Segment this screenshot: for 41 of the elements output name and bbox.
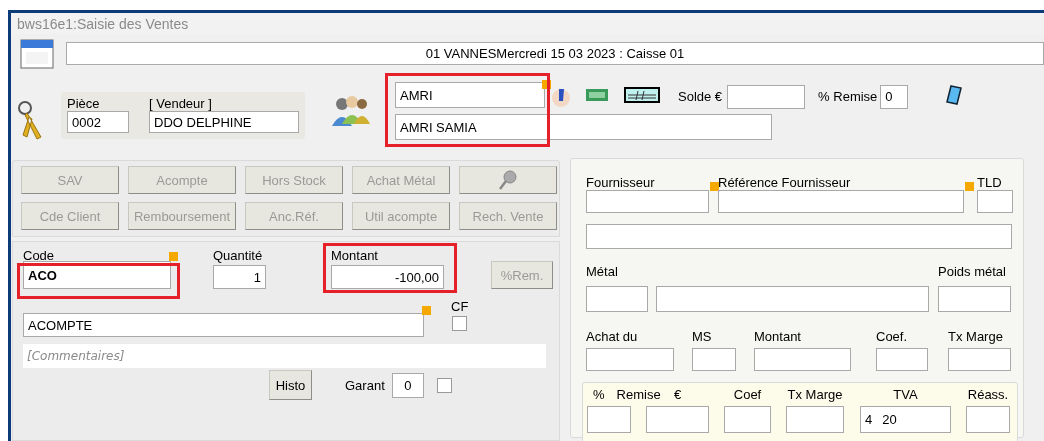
field-label: Coef	[733, 387, 762, 402]
field-label: TVA	[893, 387, 918, 402]
field-label: %	[593, 387, 605, 402]
field-label: Achat du	[586, 329, 638, 344]
quantite-field[interactable]: 1	[213, 265, 266, 289]
garant-field[interactable]: 0	[391, 372, 424, 398]
field-label: TLD	[977, 175, 1002, 190]
field-label: €	[673, 387, 682, 402]
field-label: Poids métal	[938, 264, 1006, 279]
montant-field[interactable]: -100,00	[331, 265, 444, 289]
garant-label: Garant	[345, 377, 385, 393]
remise-field[interactable]: 0	[880, 84, 909, 109]
field-label: Remise	[616, 387, 661, 402]
field-label: [ Vendeur ]	[149, 96, 213, 111]
field-label: Code	[23, 248, 56, 263]
histo-button[interactable]: Histo	[269, 370, 312, 400]
tva-rate: 20	[882, 412, 897, 427]
field-label: Tx Marge	[948, 329, 1003, 344]
remise-label: % Remise	[818, 89, 878, 104]
field-label: Métal	[586, 264, 618, 279]
header-field: 01 VANNESMercredi 15 03 2023 : Caisse 01	[66, 41, 1044, 65]
field-label: MS	[692, 329, 712, 344]
client-code-field[interactable]: AMRI	[395, 82, 545, 108]
price-field[interactable]: 4 20	[860, 406, 951, 433]
field-label: Quantité	[213, 248, 264, 263]
field-label: Montant	[331, 248, 379, 263]
field-label: Coef.	[876, 329, 908, 344]
field-label: Réass.	[967, 387, 1009, 402]
solde-label: Solde €	[678, 89, 723, 104]
field-label: Pièce	[67, 96, 101, 111]
piece-field[interactable]: 0002	[67, 111, 129, 133]
comment-field[interactable]: [Commentaires]	[23, 344, 546, 368]
cf-label: CF	[451, 299, 469, 314]
tva-code: 4	[865, 412, 873, 427]
field-label: Tx Marge	[787, 387, 843, 402]
field-label: Fournisseur	[586, 175, 655, 190]
designation-field[interactable]: ACOMPTE	[23, 313, 424, 337]
client-name-field[interactable]: AMRI SAMIA	[395, 114, 772, 140]
field-label: Montant	[754, 329, 801, 344]
field-label: Référence Fournisseur	[718, 175, 851, 190]
vendeur-field[interactable]: DDO DELPHINE	[149, 111, 299, 133]
